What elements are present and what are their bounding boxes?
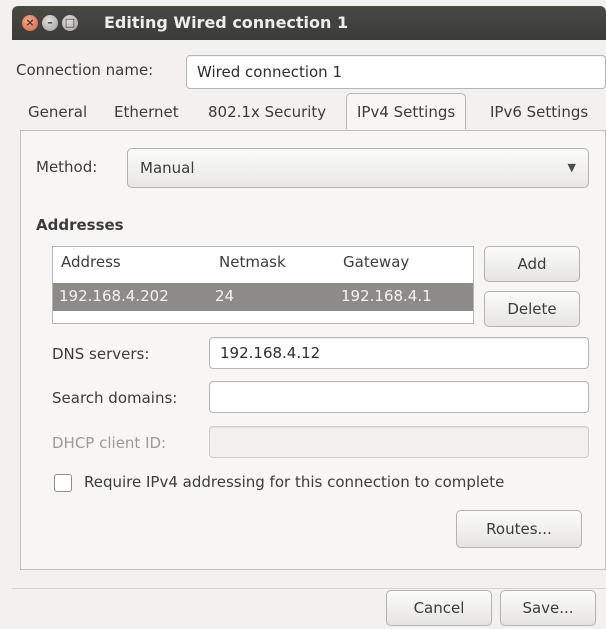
minimize-icon[interactable]: – [42, 15, 58, 31]
add-address-button[interactable]: Add [484, 246, 580, 282]
require-ipv4-checkbox[interactable] [54, 474, 72, 492]
delete-address-button[interactable]: Delete [484, 291, 580, 327]
window-title: Editing Wired connection 1 [104, 13, 349, 32]
column-header-netmask[interactable]: Netmask [219, 253, 286, 271]
connection-name-input[interactable]: Wired connection 1 [186, 55, 606, 89]
column-header-gateway[interactable]: Gateway [343, 253, 409, 271]
window-titlebar: × – □ Editing Wired connection 1 [12, 6, 606, 40]
addresses-heading: Addresses [36, 216, 124, 234]
maximize-icon[interactable]: □ [62, 15, 78, 31]
cancel-button[interactable]: Cancel [386, 590, 492, 626]
chevron-down-icon: ▼ [567, 161, 576, 174]
dhcp-client-id-label: DHCP client ID: [52, 434, 167, 452]
method-value: Manual [140, 159, 195, 177]
dns-servers-input[interactable]: 192.168.4.12 [209, 337, 589, 369]
tab-ipv6-settings[interactable]: IPv6 Settings [480, 95, 598, 129]
column-header-address[interactable]: Address [61, 253, 121, 271]
save-button[interactable]: Save... [500, 590, 596, 626]
footer-divider [12, 588, 606, 589]
tab-8021x-security[interactable]: 802.1x Security [198, 95, 336, 129]
search-domains-input[interactable] [209, 381, 589, 413]
addresses-table[interactable]: Address Netmask Gateway 192.168.4.202 24… [52, 246, 474, 324]
method-label: Method: [36, 158, 98, 176]
method-select[interactable]: Manual ▼ [127, 148, 589, 188]
tab-ethernet[interactable]: Ethernet [104, 95, 189, 129]
routes-button[interactable]: Routes... [456, 510, 582, 548]
search-domains-label: Search domains: [52, 389, 178, 407]
table-row[interactable]: 192.168.4.202 24 192.168.4.1 [53, 283, 473, 311]
netmask-cell[interactable]: 24 [215, 287, 234, 305]
gateway-cell[interactable]: 192.168.4.1 [341, 287, 432, 305]
dhcp-client-id-input [209, 426, 589, 458]
address-cell[interactable]: 192.168.4.202 [59, 287, 169, 305]
connection-name-label: Connection name: [16, 61, 154, 79]
tab-bar: General Ethernet 802.1x Security IPv4 Se… [18, 93, 606, 130]
close-icon[interactable]: × [22, 15, 38, 31]
tab-ipv4-settings[interactable]: IPv4 Settings [346, 93, 467, 129]
require-ipv4-label[interactable]: Require IPv4 addressing for this connect… [84, 473, 504, 491]
dns-servers-label: DNS servers: [52, 345, 150, 363]
tab-general[interactable]: General [18, 95, 97, 129]
